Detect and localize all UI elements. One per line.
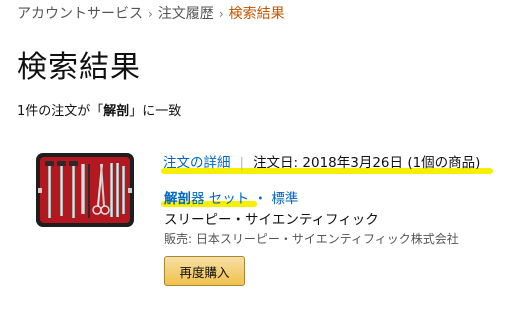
breadcrumb: アカウントサービス › 注文履歴 › 検索結果 [17,3,285,23]
product-seller: 販売: 日本スリーピー・サイエンティフィック株式会社 [164,232,459,246]
summary-suffix: 」に一致 [129,104,182,119]
buy-again-button[interactable]: 再度購入 [164,256,245,286]
order-details-link[interactable]: 注文の詳細 [163,155,231,171]
divider: | [239,155,245,171]
order-info-line: 注文の詳細 | 注文日: 2018年3月26日 (1個の商品) [163,151,480,171]
breadcrumb-order-history[interactable]: 注文履歴 [158,6,214,22]
page-title: 検索結果 [17,50,141,85]
product-title-highlight: 解剖 [164,191,191,207]
breadcrumb-separator-icon: › [148,7,153,21]
product-brand: スリーピー・サイエンティフィック [164,212,379,228]
breadcrumb-separator-icon: › [218,7,224,21]
breadcrumb-current: 検索結果 [228,6,285,22]
dissection-kit-icon [36,153,134,227]
product-image[interactable] [35,152,135,228]
breadcrumb-account-service[interactable]: アカウントサービス [17,6,143,22]
summary-query: 解剖 [103,104,130,119]
order-date: 注文日: 2018年3月26日 (1個の商品) [253,155,481,171]
product-title-rest: 器 セット ・ 標準 [191,191,299,207]
product-title-link[interactable]: 解剖器 セット ・ 標準 [164,187,298,207]
result-summary: 1件の注文が「解剖」に一致 [17,100,181,119]
summary-prefix: 1件の注文が「 [17,104,104,119]
